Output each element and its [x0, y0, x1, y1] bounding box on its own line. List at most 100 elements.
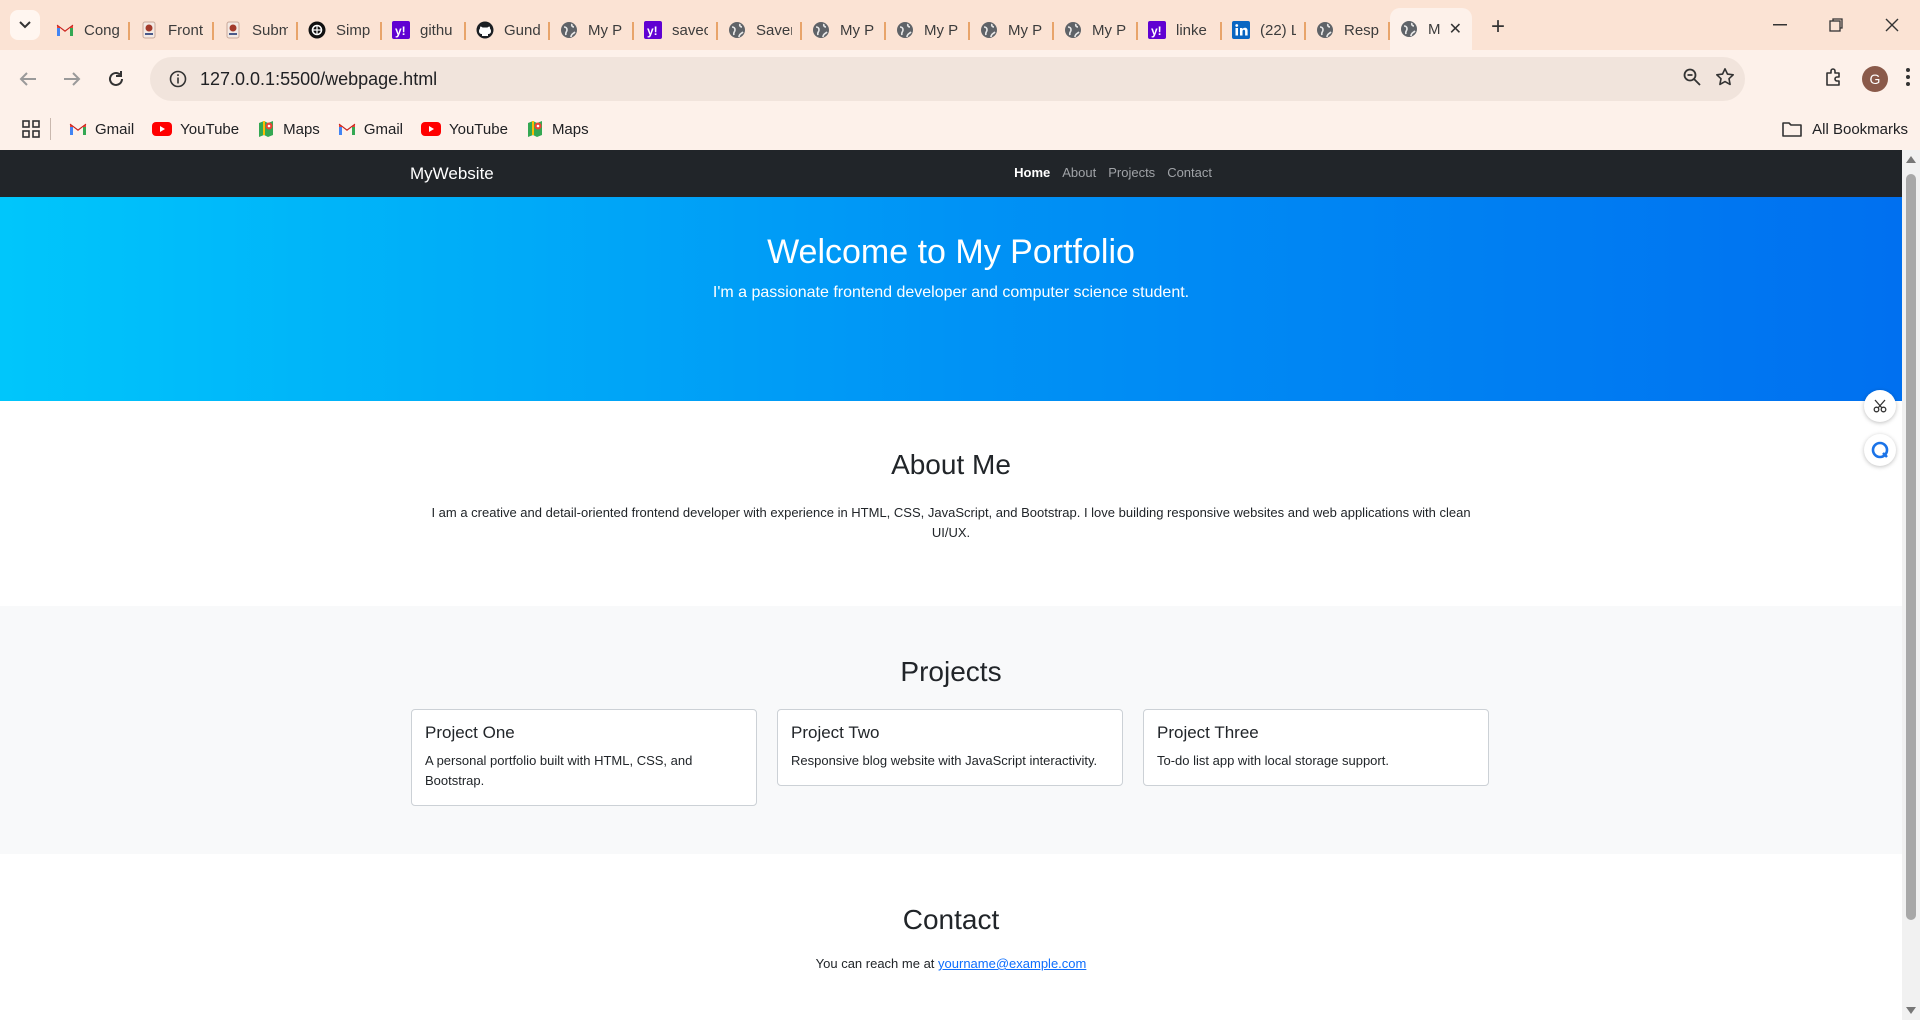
nav-link-about[interactable]: About: [1062, 165, 1096, 180]
site-info-icon[interactable]: [156, 70, 200, 88]
url-text[interactable]: 127.0.0.1:5500/webpage.html: [200, 69, 437, 90]
browser-tab[interactable]: My P: [970, 10, 1054, 50]
all-bookmarks-button[interactable]: All Bookmarks: [1782, 108, 1908, 150]
browser-tab[interactable]: y! githu: [382, 10, 466, 50]
tab-title: linke: [1176, 21, 1207, 39]
browser-tab[interactable]: Subm: [214, 10, 298, 50]
browser-tab[interactable]: My P: [886, 10, 970, 50]
browser-tab[interactable]: (22) L: [1222, 10, 1306, 50]
browser-tab[interactable]: My P: [550, 10, 634, 50]
close-window-button[interactable]: [1864, 0, 1920, 50]
youtube-icon: [152, 122, 173, 136]
maps-icon: [526, 120, 544, 138]
scrollbar-thumb[interactable]: [1906, 174, 1916, 920]
youtube-icon: [420, 122, 441, 136]
browser-tab-active[interactable]: M ✕: [1390, 8, 1472, 50]
globe-icon: [812, 21, 830, 39]
hero-subtitle: I'm a passionate frontend developer and …: [712, 284, 1190, 301]
gmail-icon: [56, 21, 74, 39]
nav-links: Home About Projects Contact: [1014, 165, 1212, 180]
bookmark-item[interactable]: Maps: [257, 120, 320, 138]
restore-button[interactable]: [1808, 0, 1864, 50]
tab-title: My P: [840, 21, 875, 39]
address-bar[interactable]: 127.0.0.1:5500/webpage.html: [150, 57, 1745, 101]
restore-icon: [1829, 18, 1843, 32]
browser-tab[interactable]: My P: [1054, 10, 1138, 50]
page-viewport: MyWebsite Home About Projects Contact We…: [0, 150, 1902, 1020]
chevron-down-icon: [19, 21, 31, 29]
browser-tab[interactable]: Resp: [1306, 10, 1390, 50]
contact-email-link[interactable]: yourname@example.com: [938, 956, 1086, 971]
scroll-up-arrow[interactable]: [1906, 156, 1916, 163]
scissors-icon[interactable]: [1864, 390, 1896, 422]
bookmark-list: Gmail YouTube Maps Gmail YouTube Maps: [69, 120, 607, 138]
nav-link-projects[interactable]: Projects: [1108, 165, 1155, 180]
tab-title: Simp: [336, 21, 371, 39]
projects-section: Projects Project One A personal portfoli…: [0, 606, 1902, 854]
tab-title: Subm: [252, 21, 288, 39]
bookmark-item[interactable]: Maps: [526, 120, 589, 138]
bookmark-item[interactable]: Gmail: [338, 120, 403, 138]
contact-prefix: You can reach me at: [815, 956, 935, 971]
forward-button[interactable]: [50, 57, 94, 101]
gmail-icon: [338, 122, 356, 136]
bookmark-item[interactable]: Gmail: [69, 120, 134, 138]
linkedin-icon: [1232, 21, 1250, 39]
page-scrollbar[interactable]: [1902, 150, 1920, 1020]
apps-grid-icon[interactable]: [22, 120, 40, 138]
nav-link-contact[interactable]: Contact: [1167, 165, 1212, 180]
folder-icon: [1782, 122, 1802, 137]
bookmark-item[interactable]: YouTube: [420, 120, 508, 138]
close-tab-icon[interactable]: ✕: [1449, 19, 1462, 39]
browser-tab[interactable]: My P: [802, 10, 886, 50]
arrow-right-icon: [64, 72, 81, 86]
minimize-button[interactable]: [1752, 0, 1808, 50]
browser-tab[interactable]: Gund: [466, 10, 550, 50]
new-tab-button[interactable]: +: [1480, 9, 1516, 45]
tab-search-button[interactable]: [10, 10, 40, 40]
globe-icon: [728, 21, 746, 39]
tab-title: M: [1428, 20, 1441, 38]
bookmark-label: Maps: [283, 120, 320, 138]
project-card-text: To-do list app with local storage suppor…: [1157, 753, 1389, 768]
tab-title: (22) L: [1260, 21, 1296, 39]
scroll-down-arrow[interactable]: [1906, 1007, 1916, 1014]
extensions-icon[interactable]: [1824, 67, 1844, 92]
bookmark-item[interactable]: YouTube: [152, 120, 239, 138]
browser-tab[interactable]: Front: [130, 10, 214, 50]
browser-tab[interactable]: Cong: [46, 10, 130, 50]
project-card: Project Three To-do list app with local …: [1143, 709, 1489, 786]
contact-title: Contact: [902, 904, 1000, 935]
contact-text: You can reach me at yourname@example.com: [0, 956, 1902, 971]
project-card: Project One A personal portfolio built w…: [411, 709, 757, 806]
tab-title: My P: [588, 21, 623, 39]
profile-avatar[interactable]: G: [1862, 66, 1888, 92]
zoom-icon[interactable]: [1683, 68, 1701, 91]
tab-strip: Cong Front Subm Simp y! githu Gund My P y! savec S…: [0, 0, 1920, 50]
browser-tab[interactable]: Simp: [298, 10, 382, 50]
tab-title: Saver: [756, 21, 792, 39]
site-brand[interactable]: MyWebsite: [410, 164, 494, 184]
university-icon: [140, 21, 158, 39]
reload-button[interactable]: [94, 57, 138, 101]
window-controls: [1752, 0, 1920, 50]
browser-tab[interactable]: Saver: [718, 10, 802, 50]
browser-tab[interactable]: y! savec: [634, 10, 718, 50]
kebab-menu-icon[interactable]: [1906, 67, 1910, 91]
chat-assistant-icon[interactable]: [1864, 434, 1896, 466]
globe-icon: [1064, 21, 1082, 39]
project-card-title: Project Three: [1157, 723, 1259, 742]
about-title: About Me: [891, 449, 1011, 480]
bookmark-star-icon[interactable]: [1715, 67, 1735, 92]
browser-tab[interactable]: y! linke: [1138, 10, 1222, 50]
university-icon: [224, 21, 242, 39]
bookmark-label: Maps: [551, 120, 589, 138]
hero-title: Welcome to My Portfolio: [767, 233, 1135, 271]
bookmark-label: YouTube: [448, 120, 508, 138]
bookmark-label: YouTube: [180, 120, 240, 138]
nav-link-home[interactable]: Home: [1014, 165, 1050, 180]
toolbar-right: G: [1824, 57, 1910, 101]
globe-icon: [560, 21, 578, 39]
back-button[interactable]: [6, 57, 50, 101]
tab-title: My P: [1008, 21, 1043, 39]
